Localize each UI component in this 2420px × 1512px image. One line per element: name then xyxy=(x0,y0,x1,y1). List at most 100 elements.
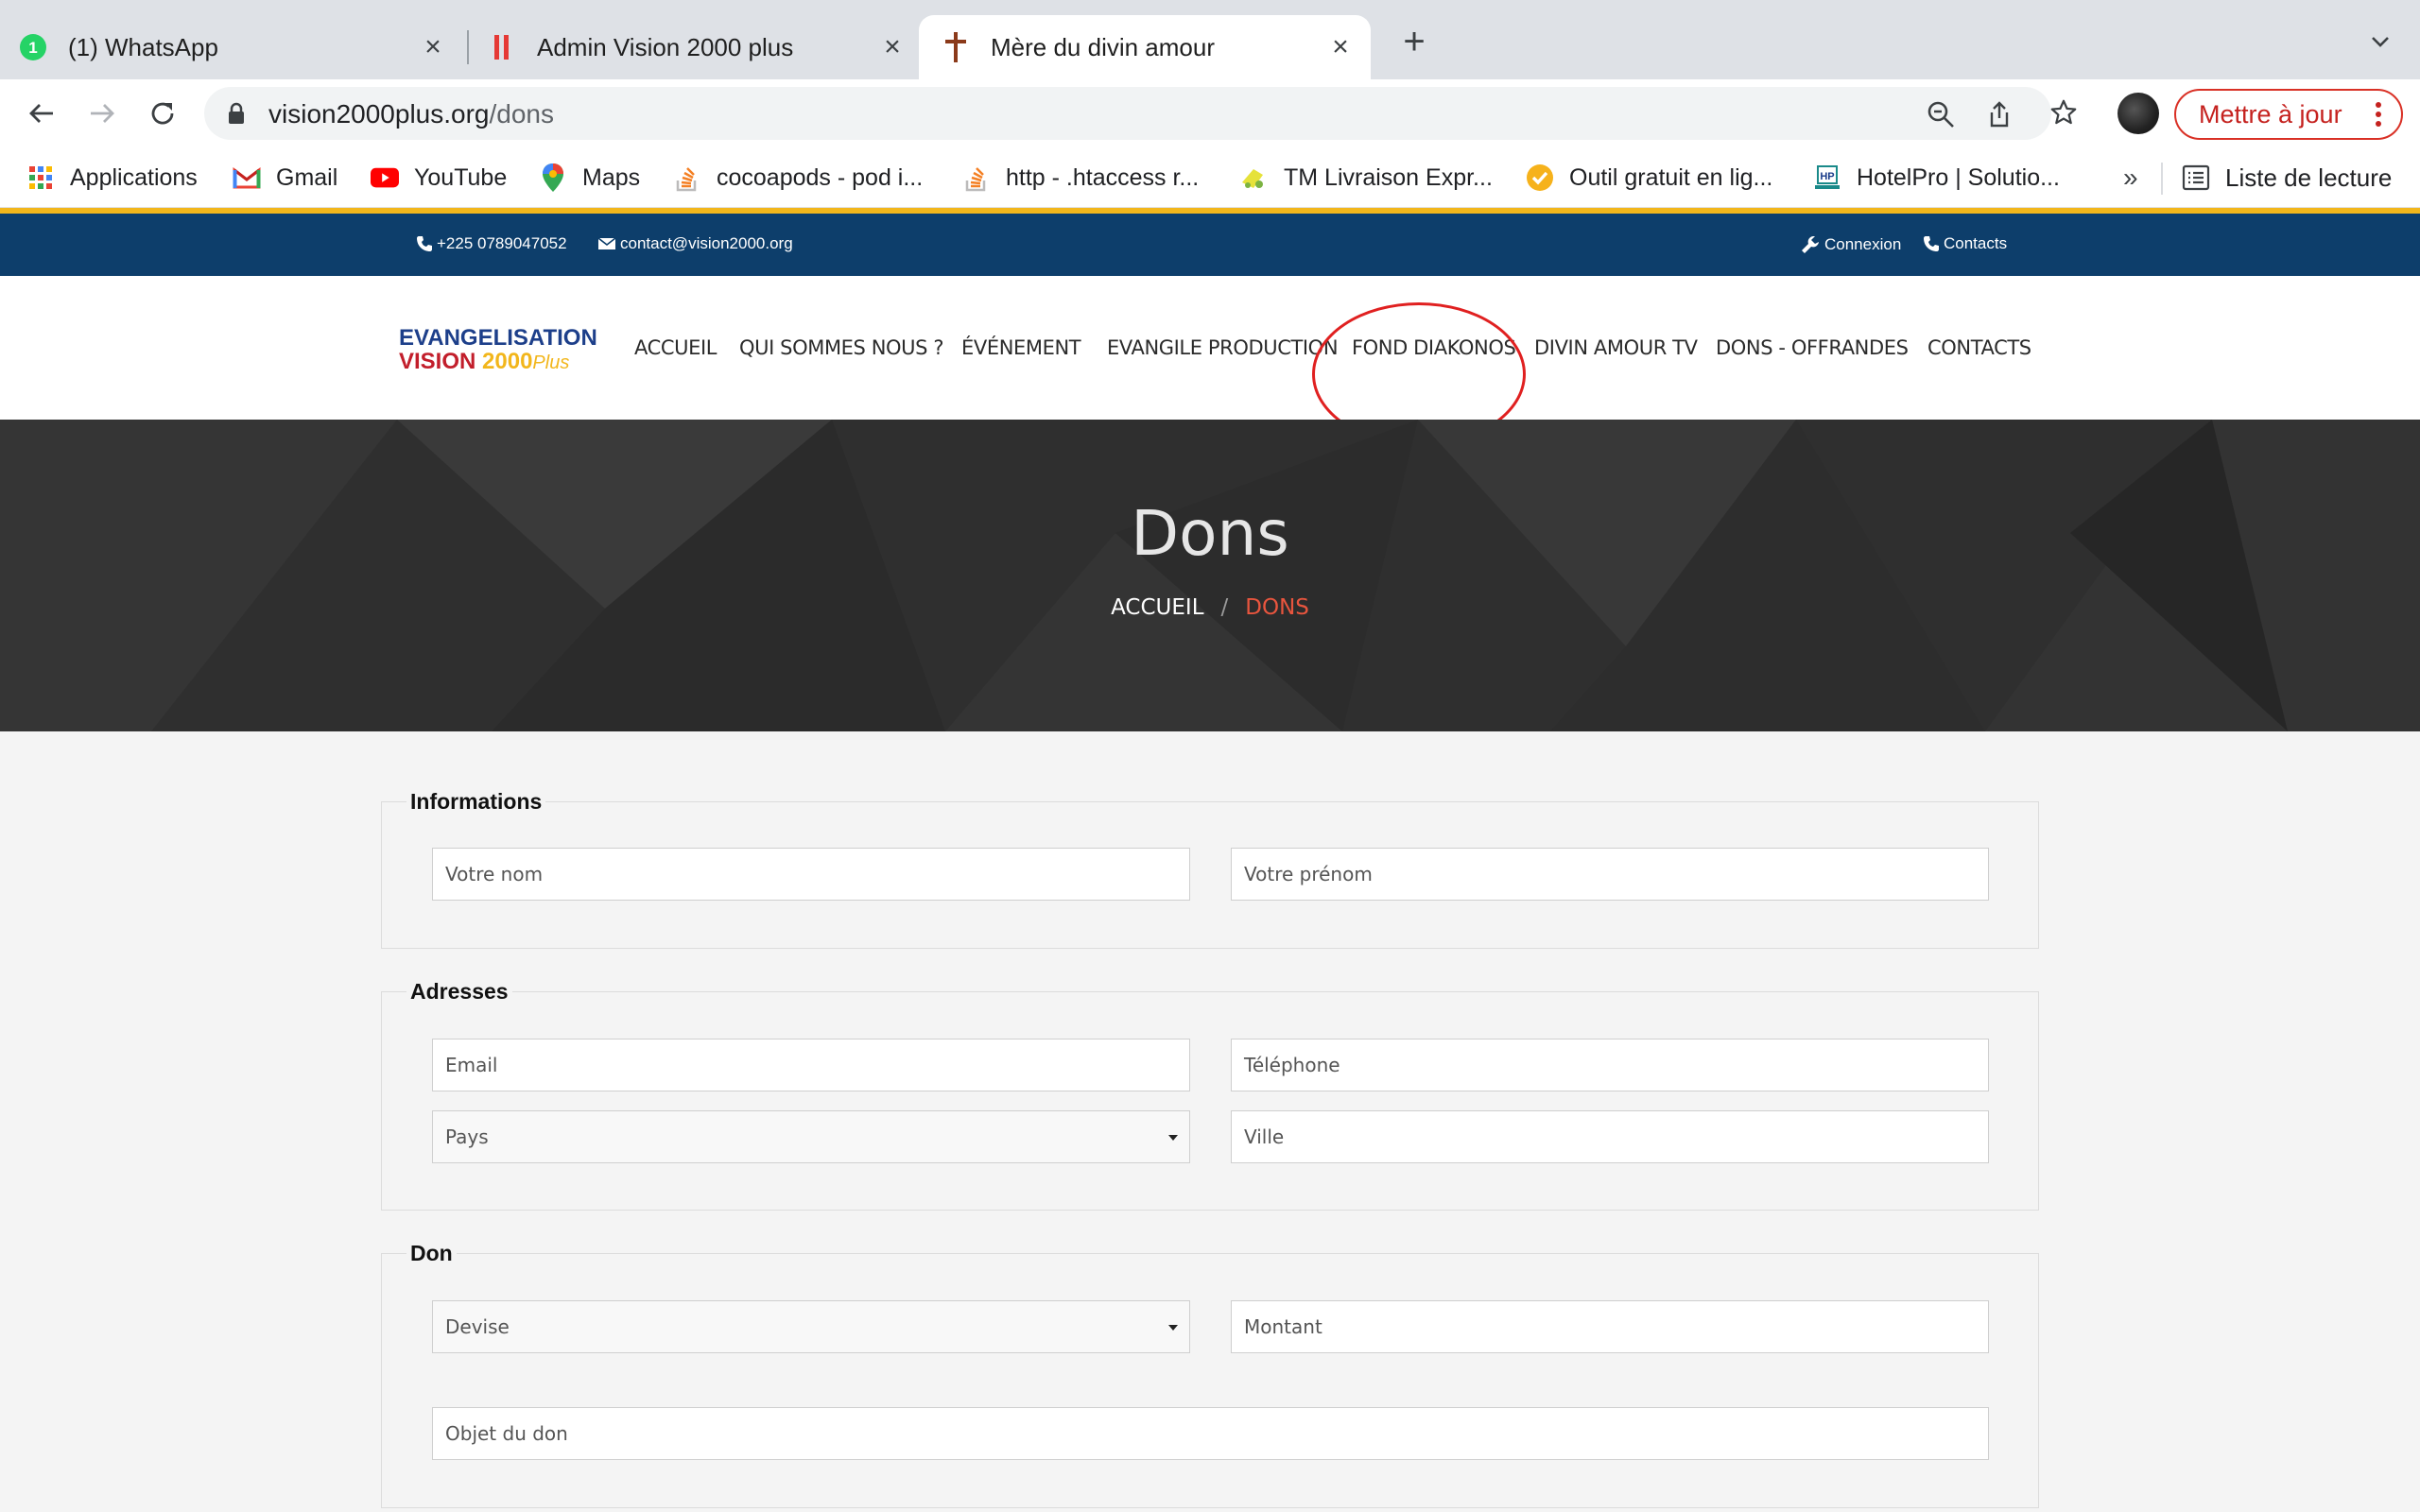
site-topbar: +225 0789047052 contact@vision2000.org C… xyxy=(0,214,2420,276)
bookmark-maps[interactable]: Maps xyxy=(539,161,640,195)
fieldset-adresses: Adresses Email Téléphone Pays Ville xyxy=(381,979,2039,1211)
legend-don: Don xyxy=(406,1241,457,1266)
bookmark-applications[interactable]: Applications xyxy=(26,161,198,195)
bookmark-label: Maps xyxy=(582,163,641,191)
input-montant[interactable]: Montant xyxy=(1231,1300,1989,1353)
topbar-phone[interactable]: +225 0789047052 xyxy=(416,234,567,253)
zoom-icon[interactable] xyxy=(1927,100,1955,129)
nav-evenement[interactable]: ÉVÉNEMENT xyxy=(961,336,1081,359)
apps-grid-icon xyxy=(26,163,55,192)
select-devise[interactable]: Devise xyxy=(432,1300,1190,1353)
logo-vision: VISION xyxy=(399,349,476,374)
svg-text:1: 1 xyxy=(28,39,37,57)
phone-icon xyxy=(417,236,432,251)
logo-line2: VISION 2000Plus xyxy=(399,350,594,375)
select-pays[interactable]: Pays xyxy=(432,1110,1190,1163)
bookmark-cocoapods[interactable]: cocoapods - pod i... xyxy=(673,161,923,195)
lock-icon[interactable] xyxy=(227,102,246,129)
select-pays-value: Pays xyxy=(445,1125,489,1148)
site-header: EVANGELISATION VISION 2000Plus ACCUEIL Q… xyxy=(0,276,2420,420)
more-bookmarks-button[interactable]: » xyxy=(2123,163,2138,193)
site-logo[interactable]: EVANGELISATION VISION 2000Plus xyxy=(399,325,597,376)
share-icon[interactable] xyxy=(1985,100,2014,129)
bookmark-label: cocoapods - pod i... xyxy=(717,163,924,191)
dropdown-caret-icon xyxy=(1168,1325,1178,1331)
bookmark-label: Applications xyxy=(70,163,198,191)
cross-icon xyxy=(942,32,970,62)
tab-title: Mère du divin amour xyxy=(991,32,1215,61)
youtube-icon xyxy=(371,163,399,192)
tab-whatsapp[interactable]: 1 (1) WhatsApp × xyxy=(19,15,463,79)
nav-evangile-production[interactable]: EVANGILE PRODUCTION xyxy=(1107,336,1339,359)
svg-text:HP: HP xyxy=(1820,171,1834,182)
bookmark-outil-gratuit[interactable]: Outil gratuit en lig... xyxy=(1526,161,1772,195)
delivery-icon xyxy=(1240,163,1269,192)
nav-accueil[interactable]: ACCUEIL xyxy=(634,336,717,359)
close-tab-icon[interactable]: × xyxy=(879,31,906,62)
maps-icon xyxy=(539,163,567,192)
email-address: contact@vision2000.org xyxy=(620,234,793,252)
input-objet-du-don[interactable]: Objet du don xyxy=(432,1407,1989,1460)
profile-avatar[interactable] xyxy=(2118,93,2159,134)
more-menu-icon[interactable] xyxy=(2375,100,2382,135)
logo-line1: EVANGELISATION xyxy=(399,325,597,351)
input-ville[interactable]: Ville xyxy=(1231,1110,1989,1163)
input-nom[interactable]: Votre nom xyxy=(432,848,1190,901)
reload-button[interactable] xyxy=(146,96,180,130)
browser-toolbar: vision2000plus.org/dons Mettre à jour xyxy=(0,79,2420,147)
tab-mere-du-divin-amour[interactable]: Mère du divin amour × xyxy=(919,15,1371,79)
contacts-label: Contacts xyxy=(1944,234,2008,252)
breadcrumb-home[interactable]: ACCUEIL xyxy=(1111,595,1203,620)
topbar-login-link[interactable]: Connexion xyxy=(1800,234,1901,255)
input-email[interactable]: Email xyxy=(432,1039,1190,1091)
address-bar[interactable]: vision2000plus.org/dons xyxy=(204,87,2051,140)
url-text: vision2000plus.org/dons xyxy=(268,99,554,129)
breadcrumb-current: DONS xyxy=(1245,595,1309,620)
fieldset-informations: Informations Votre nom Votre prénom xyxy=(381,789,2039,949)
bookmark-label: HotelPro | Solutio... xyxy=(1857,163,2060,191)
page-title: Dons xyxy=(1131,497,1289,570)
gmail-icon xyxy=(233,163,261,192)
back-button[interactable] xyxy=(25,96,59,130)
legend-adresses: Adresses xyxy=(406,979,512,1005)
bookmark-star-icon[interactable] xyxy=(2049,98,2078,127)
bookmark-youtube[interactable]: YouTube xyxy=(371,161,507,195)
bookmark-label: TM Livraison Expr... xyxy=(1284,163,1493,191)
tab-admin[interactable]: Admin Vision 2000 plus × xyxy=(488,15,923,79)
url-path: /dons xyxy=(489,99,555,129)
phone-number: +225 0789047052 xyxy=(437,234,567,252)
bookmark-hotelpro[interactable]: HP HotelPro | Solutio... xyxy=(1813,161,2060,195)
bookmark-tm-livraison[interactable]: TM Livraison Expr... xyxy=(1240,161,1493,195)
nav-contacts[interactable]: CONTACTS xyxy=(1927,336,2031,359)
hotelpro-icon: HP xyxy=(1813,163,1841,192)
legend-informations: Informations xyxy=(406,789,546,815)
reading-list-label: Liste de lecture xyxy=(2225,163,2393,192)
new-tab-button[interactable]: + xyxy=(1397,23,1431,60)
topbar-contacts-link[interactable]: Contacts xyxy=(1923,234,2007,253)
forward-button[interactable] xyxy=(85,96,119,130)
stackoverflow-icon xyxy=(673,163,701,192)
reading-list-button[interactable]: Liste de lecture xyxy=(2182,161,2392,195)
tab-title: (1) WhatsApp xyxy=(68,32,218,61)
tab-search-chevron-icon[interactable] xyxy=(2369,30,2392,53)
update-chrome-button[interactable]: Mettre à jour xyxy=(2174,89,2403,140)
url-domain: vision2000plus.org xyxy=(268,99,490,129)
admin-icon xyxy=(488,33,516,61)
logo-year: 2000 xyxy=(482,349,533,374)
nav-divin-amour-tv[interactable]: DIVIN AMOUR TV xyxy=(1534,336,1698,359)
hero-background-pattern xyxy=(0,420,2420,731)
update-label: Mettre à jour xyxy=(2199,99,2342,129)
logo-plus: Plus xyxy=(532,352,570,373)
nav-dons-offrandes[interactable]: DONS - OFFRANDES xyxy=(1716,336,1909,359)
nav-qui-sommes-nous[interactable]: QUI SOMMES NOUS ? xyxy=(739,336,944,359)
bookmark-label: YouTube xyxy=(414,163,508,191)
page-hero: Dons ACCUEIL / DONS xyxy=(0,420,2420,731)
close-tab-icon[interactable]: × xyxy=(420,31,446,62)
bookmark-htaccess[interactable]: http - .htaccess r... xyxy=(962,161,1199,195)
breadcrumb-separator: / xyxy=(1220,595,1229,620)
bookmark-gmail[interactable]: Gmail xyxy=(233,161,337,195)
close-tab-icon[interactable]: × xyxy=(1327,31,1354,62)
input-prenom[interactable]: Votre prénom xyxy=(1231,848,1989,901)
input-telephone[interactable]: Téléphone xyxy=(1231,1039,1989,1091)
topbar-email[interactable]: contact@vision2000.org xyxy=(597,234,793,253)
